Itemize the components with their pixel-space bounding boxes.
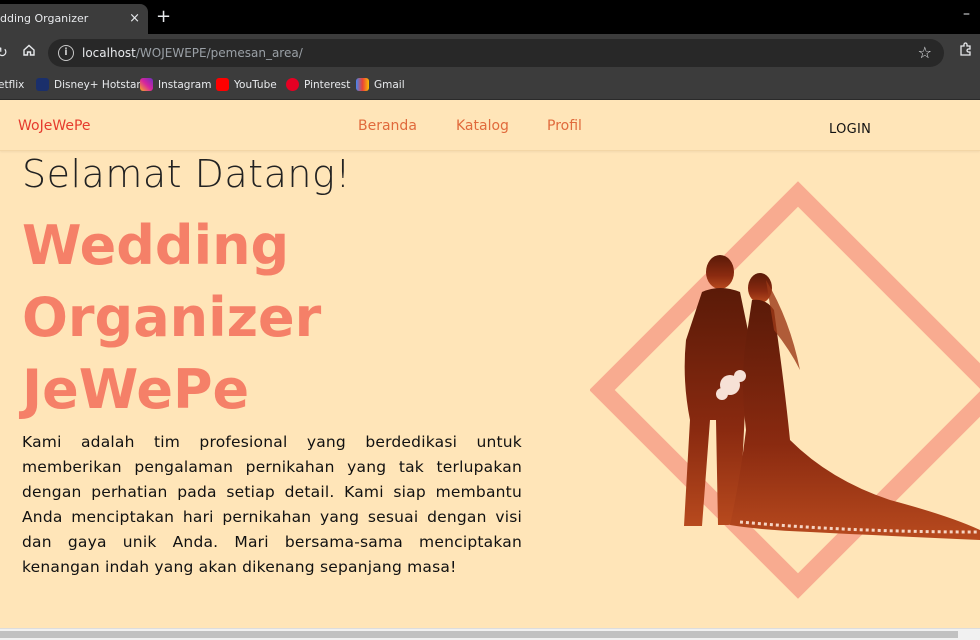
- hero-title: Wedding Organizer JeWePe: [22, 210, 321, 426]
- bookmark-pinterest[interactable]: Pinterest: [286, 72, 350, 100]
- url-text[interactable]: localhost/WOJEWEPE/pemesan_area/: [82, 39, 303, 67]
- browser-toolbar: ↻ i localhost/WOJEWEPE/pemesan_area/ ☆: [0, 34, 980, 72]
- hero-description: Kami adalah tim profesional yang berdedi…: [22, 433, 522, 576]
- bookmark-label: Pinterest: [304, 79, 351, 91]
- hero-title-line: Organizer: [22, 286, 322, 349]
- browser-tab[interactable]: dding Organizer ×: [0, 4, 148, 34]
- tab-title: dding Organizer: [0, 12, 89, 25]
- browser-tab-bar: dding Organizer × + –: [0, 0, 980, 34]
- wedding-couple-illustration: [590, 181, 980, 599]
- bookmark-label: Disney+ Hotstar: [54, 79, 141, 91]
- nav-link-katalog[interactable]: Katalog: [456, 100, 509, 152]
- home-icon[interactable]: [19, 43, 39, 63]
- youtube-icon: [216, 77, 229, 91]
- reload-icon[interactable]: ↻: [0, 43, 12, 63]
- bookmark-label: etflix: [0, 79, 25, 91]
- bookmark-instagram[interactable]: Instagram: [140, 72, 211, 100]
- scrollbar-thumb[interactable]: [0, 631, 958, 638]
- close-tab-icon[interactable]: ×: [129, 4, 140, 34]
- pinterest-icon: [286, 77, 299, 91]
- bookmark-label: Instagram: [158, 79, 212, 91]
- welcome-heading: Selamat Datang!: [22, 152, 351, 196]
- new-tab-button[interactable]: +: [156, 5, 171, 29]
- bookmark-youtube[interactable]: YouTube: [216, 72, 277, 100]
- extensions-icon[interactable]: [958, 41, 974, 61]
- web-page: WoJeWePe Beranda Katalog Profil LOGIN Se…: [0, 100, 980, 628]
- bookmark-star-icon[interactable]: ☆: [918, 43, 932, 62]
- gmail-icon: [356, 77, 369, 91]
- login-button[interactable]: LOGIN: [829, 100, 871, 160]
- site-navbar: WoJeWePe Beranda Katalog Profil LOGIN: [0, 100, 980, 151]
- nav-link-beranda[interactable]: Beranda: [358, 100, 417, 152]
- disney-hotstar-icon: [36, 77, 49, 91]
- url-host: localhost: [82, 46, 136, 60]
- site-info-icon[interactable]: i: [58, 45, 74, 61]
- nav-link-profil[interactable]: Profil: [547, 100, 582, 152]
- bookmark-label: Gmail: [374, 79, 405, 91]
- bookmark-netflix[interactable]: etflix: [0, 72, 24, 100]
- horizontal-scrollbar[interactable]: [0, 628, 980, 640]
- hero-title-line: Wedding: [22, 214, 290, 277]
- bookmarks-bar: etflix Disney+ Hotstar Instagram YouTube…: [0, 72, 980, 100]
- bookmark-disney-hotstar[interactable]: Disney+ Hotstar: [36, 72, 141, 100]
- url-path: /WOJEWEPE/pemesan_area/: [135, 46, 303, 60]
- instagram-icon: [140, 77, 153, 91]
- bookmark-gmail[interactable]: Gmail: [356, 72, 405, 100]
- hero-title-line: JeWePe: [22, 358, 250, 421]
- address-bar[interactable]: i localhost/WOJEWEPE/pemesan_area/ ☆: [48, 39, 944, 67]
- minimize-button[interactable]: –: [963, 6, 970, 22]
- brand-logo[interactable]: WoJeWePe: [18, 100, 91, 152]
- bookmark-label: YouTube: [234, 79, 277, 91]
- couple-silhouette: [684, 255, 980, 540]
